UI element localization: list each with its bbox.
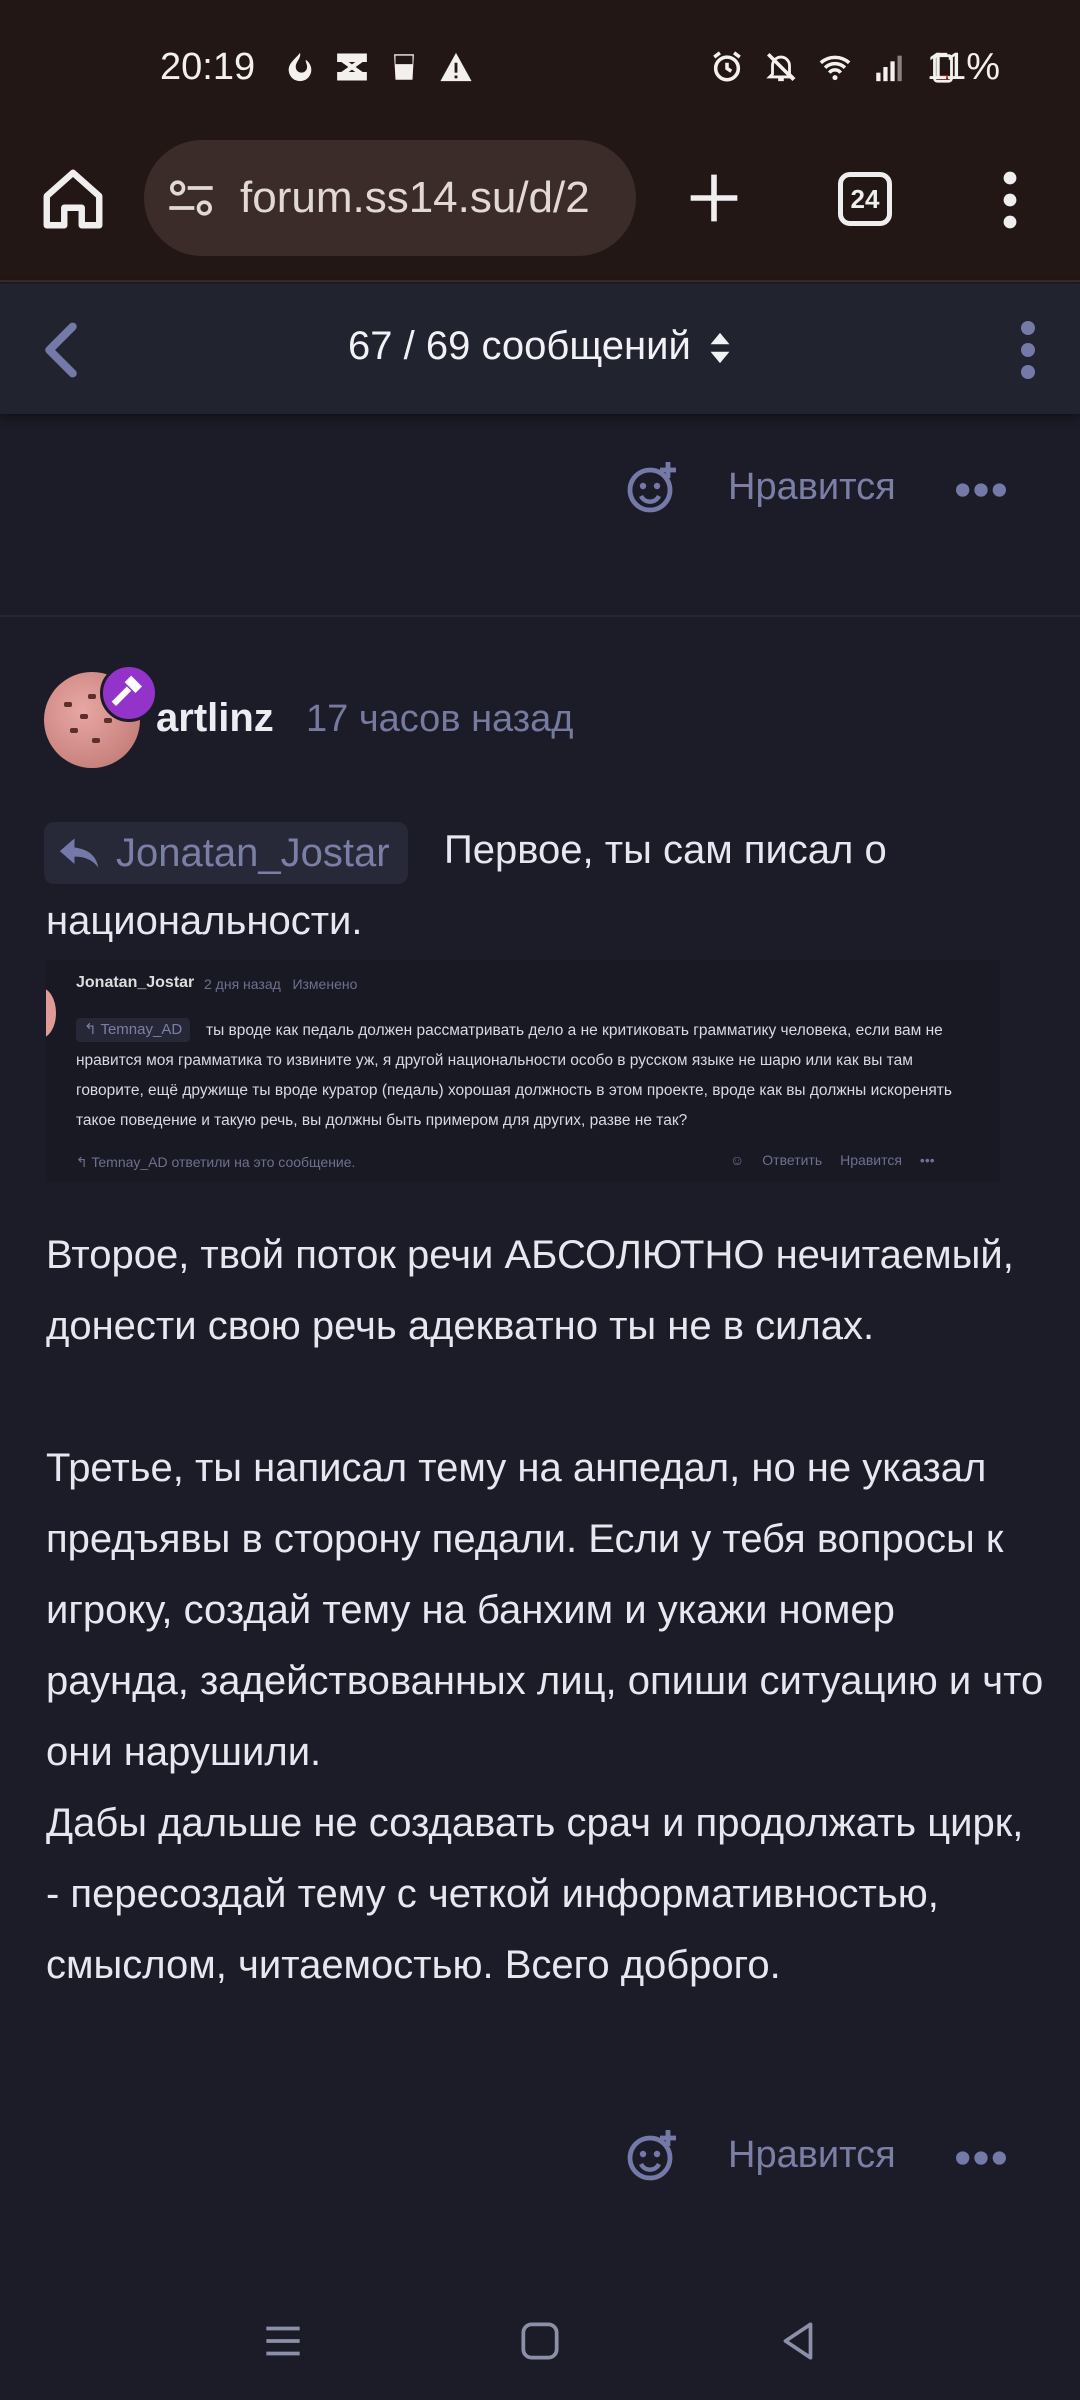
quote-replied: ↰ Temnay_AD ответили на это сообщение.	[76, 1154, 356, 1170]
back-nav-icon[interactable]	[773, 2316, 823, 2366]
post-counter-text[interactable]: 67 / 69 сообщений	[348, 324, 691, 368]
quote-time: 2 дня назад	[204, 976, 281, 992]
sort-arrows-icon[interactable]	[708, 331, 732, 365]
alarm-icon	[713, 51, 741, 82]
quote-edited: Изменено	[292, 976, 358, 992]
quote-author: Jonatan_Jostar	[76, 974, 195, 991]
quote-reply-label: Ответить	[762, 1152, 823, 1168]
address-bar[interactable]: forum.ss14.su/d/2	[144, 140, 636, 256]
system-nav-bar	[0, 2286, 1080, 2400]
discussion-toolbar: 67 / 69 сообщений	[0, 284, 1080, 414]
battery-level: 11%	[926, 46, 1000, 88]
prev-post-actions: Нравится	[0, 460, 1080, 540]
quote-text: ты вроде как педаль должен рассматривать…	[76, 1022, 952, 1129]
tab-switcher-button[interactable]: 24	[838, 172, 892, 226]
browser-menu-icon[interactable]	[990, 170, 1030, 230]
post-time[interactable]: 17 часов назад	[306, 698, 573, 741]
browser-toolbar: forum.ss14.su/d/2 24	[0, 140, 1080, 282]
app-x-icon	[337, 53, 367, 81]
status-time: 20:19	[160, 46, 256, 88]
post-author[interactable]: artlinz	[156, 696, 274, 741]
quote-avatar	[46, 988, 56, 1038]
quote-meta: 2 дня назад Изменено	[204, 976, 357, 992]
home-icon[interactable]	[38, 164, 108, 234]
post-paragraph: Дабы дальше не создавать срач и продолжа…	[46, 1801, 1024, 1987]
moderator-badge	[100, 664, 158, 722]
wifi-icon	[819, 55, 851, 81]
quote-reaction-icon: ☺	[730, 1152, 745, 1168]
url-text[interactable]: forum.ss14.su/d/2	[240, 173, 590, 223]
more-options-icon[interactable]	[956, 2148, 1006, 2168]
add-reaction-icon[interactable]	[624, 2128, 680, 2184]
post-divider	[0, 615, 1080, 617]
hammer-icon	[111, 675, 142, 706]
fire-icon	[288, 52, 312, 82]
cup-icon	[394, 54, 414, 80]
quote-like-label: Нравится	[840, 1152, 902, 1168]
like-button[interactable]: Нравится	[728, 466, 896, 509]
post-counter[interactable]: 67 / 69 сообщений	[0, 324, 1080, 369]
post-paragraph: Второе, твой поток речи АБСОЛЮТНО нечита…	[46, 1233, 1014, 1348]
post-paragraph: Третье, ты написал тему на анпедал, но н…	[46, 1446, 1044, 1774]
status-bar: 20:19 11%	[0, 0, 1080, 140]
warning-icon	[440, 52, 472, 82]
quote-actions: ☺ Ответить Нравится •••	[730, 1152, 935, 1168]
add-reaction-icon[interactable]	[624, 460, 680, 516]
mute-bell-icon	[766, 52, 796, 82]
site-settings-icon[interactable]	[166, 178, 216, 218]
quote-replied-text: Temnay_AD ответили на это сообщение.	[91, 1154, 356, 1170]
post-actions: Нравится	[0, 2128, 1080, 2208]
discussion-menu-icon[interactable]	[1018, 320, 1038, 380]
recent-apps-icon[interactable]	[258, 2316, 308, 2366]
status-left-icons	[283, 50, 473, 84]
post-intro: Первое, ты сам писал о национальности.	[46, 828, 887, 943]
home-nav-icon[interactable]	[515, 2316, 565, 2366]
like-button[interactable]: Нравится	[728, 2134, 896, 2177]
new-tab-icon[interactable]	[686, 170, 742, 226]
more-options-icon[interactable]	[956, 480, 1006, 500]
quote-more-icon: •••	[919, 1152, 935, 1168]
embedded-screenshot[interactable]: Jonatan_Jostar 2 дня назад Изменено ↰ Te…	[46, 960, 1000, 1182]
signal-icon	[876, 55, 902, 82]
status-right-icons	[710, 50, 960, 84]
